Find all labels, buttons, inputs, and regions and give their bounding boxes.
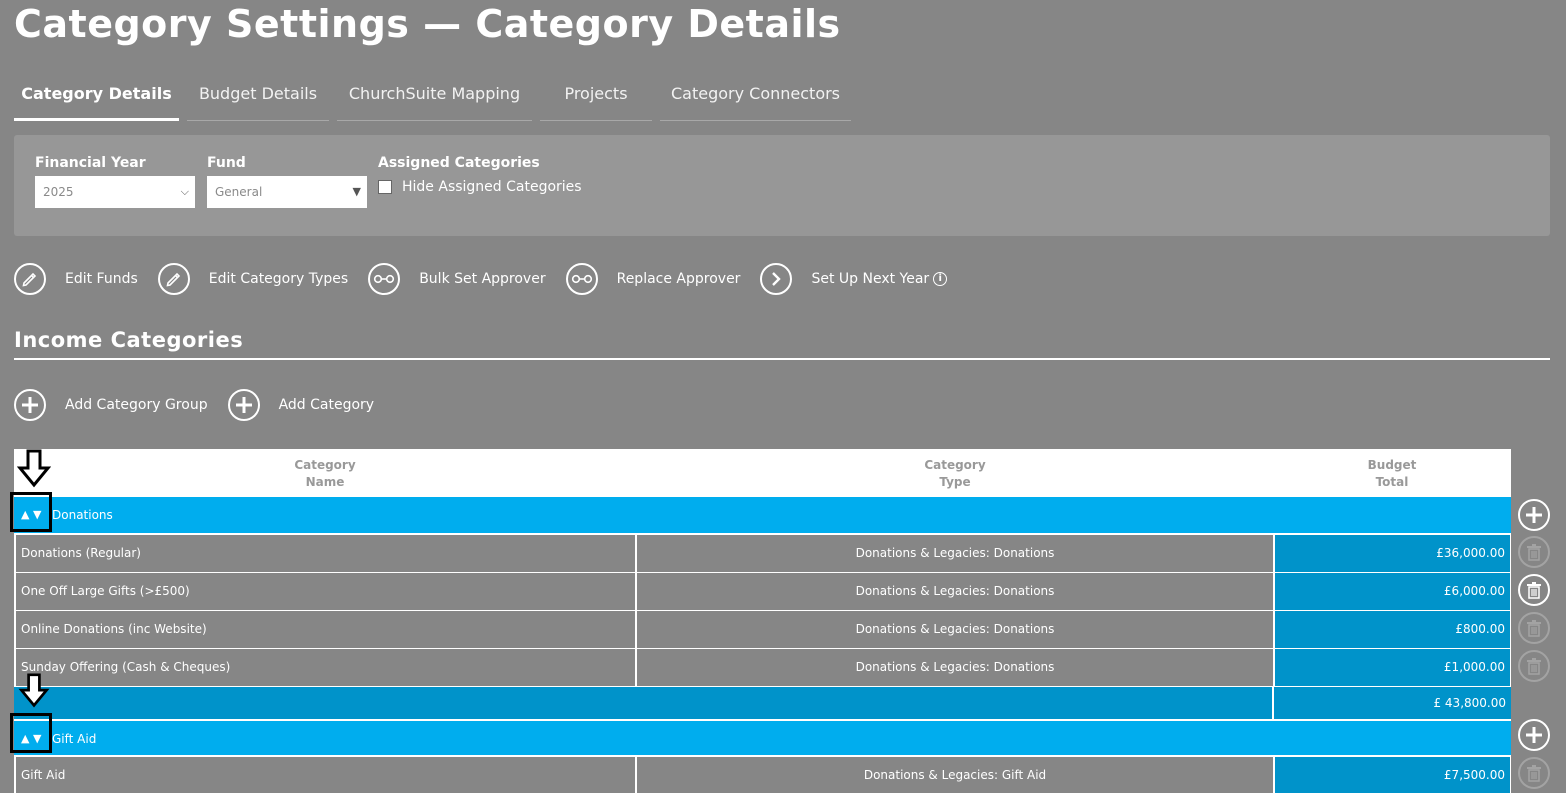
info-icon[interactable]: i bbox=[933, 272, 948, 286]
delete-row-button[interactable] bbox=[1518, 612, 1550, 644]
group-row-gift-aid: ▲ ▼ Gift Aid bbox=[14, 719, 1511, 757]
set-up-next-year-button[interactable]: Set Up Next Year i bbox=[760, 263, 948, 295]
bulk-set-approver-button[interactable]: Bulk Set Approver bbox=[368, 263, 546, 295]
chevron-right-icon bbox=[760, 263, 793, 295]
fund-value: General bbox=[215, 185, 263, 199]
category-name-cell: Gift Aid bbox=[14, 757, 636, 793]
action-bar: Edit Funds Edit Category Types Bulk Set … bbox=[14, 262, 967, 296]
annotation-arrow-icon bbox=[17, 449, 51, 488]
tab-projects[interactable]: Projects bbox=[540, 78, 652, 121]
delete-row-button[interactable] bbox=[1518, 757, 1550, 789]
tab-bar: Category Details Budget Details ChurchSu… bbox=[14, 78, 859, 121]
group-row-donations: ▲ ▼ Donations bbox=[14, 497, 1511, 535]
plus-icon bbox=[1526, 507, 1542, 523]
key-icon bbox=[565, 263, 598, 295]
table-row[interactable]: Sunday Offering (Cash & Cheques) Donatio… bbox=[14, 649, 1511, 687]
financial-year-label: Financial Year bbox=[35, 155, 146, 171]
tab-budget-details[interactable]: Budget Details bbox=[187, 78, 329, 121]
replace-approver-button[interactable]: Replace Approver bbox=[565, 263, 740, 295]
table-row[interactable]: Online Donations (inc Website) Donations… bbox=[14, 611, 1511, 649]
hide-assigned-checkbox[interactable] bbox=[378, 180, 392, 194]
annotation-highlight-box bbox=[10, 492, 52, 532]
trash-icon bbox=[1527, 765, 1541, 782]
table-row[interactable]: Gift Aid Donations & Legacies: Gift Aid … bbox=[14, 757, 1511, 793]
add-category-button[interactable]: Add Category bbox=[227, 389, 374, 421]
plus-icon bbox=[1526, 727, 1542, 743]
category-type-cell: Donations & Legacies: Gift Aid bbox=[636, 757, 1274, 793]
financial-year-value: 2025 bbox=[43, 185, 74, 199]
category-name-cell: One Off Large Gifts (>£500) bbox=[14, 573, 636, 611]
budget-total-cell: £1,000.00 bbox=[1274, 649, 1511, 687]
budget-total-cell: £6,000.00 bbox=[1274, 573, 1511, 611]
trash-icon bbox=[1527, 658, 1541, 675]
category-name-cell: Online Donations (inc Website) bbox=[14, 611, 636, 649]
fund-select[interactable]: General ▼ bbox=[207, 176, 367, 208]
trash-icon bbox=[1527, 544, 1541, 561]
assigned-categories-label: Assigned Categories bbox=[378, 155, 540, 171]
tab-churchsuite-mapping[interactable]: ChurchSuite Mapping bbox=[337, 78, 532, 121]
delete-row-button[interactable] bbox=[1518, 574, 1550, 606]
annotation-arrow-icon bbox=[18, 673, 50, 708]
edit-funds-button[interactable]: Edit Funds bbox=[14, 263, 138, 295]
add-category-group-button[interactable]: Add Category Group bbox=[14, 389, 208, 421]
key-icon bbox=[368, 263, 401, 295]
annotation-highlight-box bbox=[10, 713, 52, 753]
category-type-cell: Donations & Legacies: Donations bbox=[636, 573, 1274, 611]
group-name: Donations bbox=[52, 508, 113, 522]
assigned-categories-filter: Assigned Categories Hide Assigned Catego… bbox=[378, 153, 582, 195]
category-type-cell: Donations & Legacies: Donations bbox=[636, 611, 1274, 649]
category-name-cell: Sunday Offering (Cash & Cheques) bbox=[14, 649, 636, 687]
delete-row-button[interactable] bbox=[1518, 650, 1550, 682]
pencil-icon bbox=[14, 263, 46, 295]
filter-panel: Financial Year 2025 ⌵ Fund General ▼ Ass… bbox=[14, 135, 1550, 236]
category-name-cell: Donations (Regular) bbox=[14, 535, 636, 573]
add-bar: Add Category Group Add Category bbox=[14, 388, 394, 422]
add-to-group-button[interactable] bbox=[1518, 499, 1550, 531]
tab-category-details[interactable]: Category Details bbox=[14, 78, 179, 121]
financial-year-select[interactable]: 2025 ⌵ bbox=[35, 176, 195, 208]
caret-down-icon: ▼ bbox=[352, 185, 361, 198]
pencil-icon bbox=[157, 263, 190, 295]
fund-label: Fund bbox=[207, 155, 246, 171]
table-header: Category Name Category Type Budget Total bbox=[14, 449, 1511, 497]
group-total-value: £ 43,800.00 bbox=[1274, 687, 1511, 719]
group-total-row: £ 43,800.00 bbox=[14, 687, 1511, 719]
financial-year-filter: Financial Year 2025 ⌵ bbox=[35, 153, 195, 208]
tab-category-connectors[interactable]: Category Connectors bbox=[660, 78, 851, 121]
budget-total-cell: £7,500.00 bbox=[1274, 757, 1511, 793]
header-category-type[interactable]: Category Type bbox=[905, 457, 1005, 491]
trash-icon bbox=[1527, 620, 1541, 637]
fund-filter: Fund General ▼ bbox=[207, 153, 367, 208]
hide-assigned-label: Hide Assigned Categories bbox=[402, 179, 582, 195]
budget-total-cell: £36,000.00 bbox=[1274, 535, 1511, 573]
plus-icon bbox=[14, 389, 46, 421]
table-row[interactable]: Donations (Regular) Donations & Legacies… bbox=[14, 535, 1511, 573]
income-categories-heading: Income Categories bbox=[14, 326, 1550, 360]
plus-icon bbox=[227, 389, 260, 421]
chevron-down-icon: ⌵ bbox=[180, 185, 189, 198]
category-type-cell: Donations & Legacies: Donations bbox=[636, 535, 1274, 573]
budget-total-cell: £800.00 bbox=[1274, 611, 1511, 649]
trash-icon bbox=[1527, 582, 1541, 599]
add-to-group-button[interactable] bbox=[1518, 719, 1550, 751]
edit-category-types-button[interactable]: Edit Category Types bbox=[157, 263, 348, 295]
header-category-name[interactable]: Category Name bbox=[275, 457, 375, 491]
category-type-cell: Donations & Legacies: Donations bbox=[636, 649, 1274, 687]
header-budget-total[interactable]: Budget Total bbox=[1342, 457, 1442, 491]
income-categories-table: Category Name Category Type Budget Total… bbox=[14, 449, 1511, 793]
group-name: Gift Aid bbox=[52, 732, 97, 746]
table-row[interactable]: One Off Large Gifts (>£500) Donations & … bbox=[14, 573, 1511, 611]
page-title: Category Settings — Category Details bbox=[14, 2, 841, 46]
delete-row-button[interactable] bbox=[1518, 536, 1550, 568]
